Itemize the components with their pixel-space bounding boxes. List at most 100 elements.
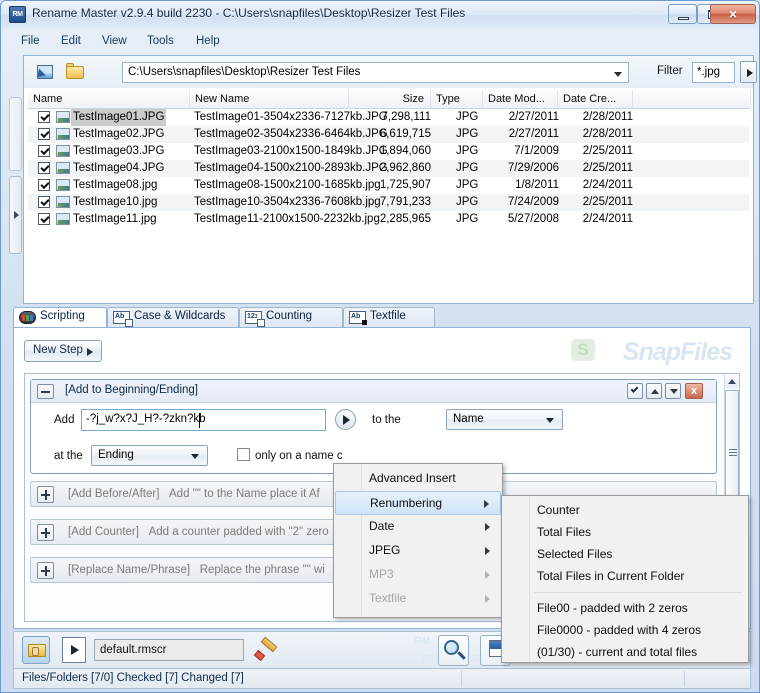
row-checkbox[interactable] xyxy=(38,213,50,225)
renumbering-submenu[interactable]: Counter Total Files Selected Files Total… xyxy=(501,495,749,663)
row-checkbox[interactable] xyxy=(38,179,50,191)
only-on-name-checkbox[interactable] xyxy=(237,448,250,461)
file-list-header: Name New Name Size Type Date Mod... Date… xyxy=(28,90,751,109)
column-header-name[interactable]: Name xyxy=(28,90,190,109)
submenu-total-files-current-folder[interactable]: Total Files in Current Folder xyxy=(503,566,747,588)
column-header-type[interactable]: Type xyxy=(431,90,483,109)
cell-type: JPG xyxy=(456,179,479,191)
run-script-button[interactable] xyxy=(62,637,86,663)
image-file-icon xyxy=(56,145,70,157)
step-title: [Add Counter] xyxy=(68,526,139,538)
table-row[interactable]: TestImage03.JPG TestImage03-2100x1500-184… xyxy=(28,143,749,160)
menu-file[interactable]: File xyxy=(14,33,47,50)
arrow-up-icon xyxy=(651,389,659,394)
row-checkbox[interactable] xyxy=(38,128,50,140)
cell-size: 6,619,715 xyxy=(379,128,431,140)
path-combobox[interactable]: C:\Users\snapfiles\Desktop\Resizer Test … xyxy=(122,62,629,83)
tab-counting[interactable]: 123 Counting xyxy=(239,307,343,327)
submenu-current-and-total[interactable]: (01/30) - current and total files xyxy=(503,642,747,664)
table-row[interactable]: TestImage08.jpg TestImage08-1500x2100-168… xyxy=(28,177,749,194)
scroll-up-button[interactable] xyxy=(725,374,739,388)
play-icon xyxy=(87,348,93,356)
cell-size: 7,791,233 xyxy=(379,196,431,208)
cell-type: JPG xyxy=(456,196,479,208)
close-button[interactable]: × xyxy=(710,4,756,24)
menu-jpeg[interactable]: JPEG xyxy=(335,539,501,563)
step-move-down-button[interactable] xyxy=(665,383,681,399)
preview-button[interactable] xyxy=(438,635,469,666)
menu-tools[interactable]: Tools xyxy=(140,33,181,50)
expand-step-button[interactable] xyxy=(37,486,54,503)
save-script-button[interactable] xyxy=(22,636,50,664)
menu-view[interactable]: View xyxy=(95,33,134,50)
add-insert-button[interactable] xyxy=(335,409,356,430)
step-move-up-button[interactable] xyxy=(646,383,662,399)
cell-date-modified: 7/24/2009 xyxy=(507,196,559,208)
expand-step-button[interactable] xyxy=(37,562,54,579)
step-title: [Add Before/After] xyxy=(68,488,160,500)
submenu-total-files[interactable]: Total Files xyxy=(503,522,747,544)
step-header: [Add to Beginning/Ending] x xyxy=(31,380,716,403)
submenu-file00-2-zeros[interactable]: File00 - padded with 2 zeros xyxy=(503,598,747,620)
table-row[interactable]: TestImage02.JPG TestImage02-3504x2336-646… xyxy=(28,126,749,143)
parent-folder-icon[interactable] xyxy=(64,61,86,82)
menu-advanced-insert[interactable]: Advanced Insert xyxy=(335,467,501,491)
insert-context-menu[interactable]: Advanced Insert Renumbering Date JPEG MP… xyxy=(333,463,503,618)
clear-script-button[interactable] xyxy=(253,636,280,662)
row-checkbox[interactable] xyxy=(38,111,50,123)
submenu-counter[interactable]: Counter xyxy=(503,500,747,522)
add-label: Add xyxy=(54,414,75,426)
new-step-button[interactable]: New Step xyxy=(24,340,102,362)
filter-input[interactable]: *.jpg xyxy=(692,62,735,83)
menu-date[interactable]: Date xyxy=(335,515,501,539)
tab-scripting[interactable]: Scripting xyxy=(13,307,107,328)
collapse-step-button[interactable] xyxy=(37,384,54,399)
row-checkbox[interactable] xyxy=(38,145,50,157)
to-the-dropdown[interactable]: Name xyxy=(446,409,563,430)
image-file-icon xyxy=(56,111,70,123)
column-header-blank[interactable] xyxy=(633,90,751,109)
step-delete-button[interactable]: x xyxy=(685,383,703,399)
rm-watermark: RM xyxy=(422,654,438,665)
cell-date-created: 2/25/2011 xyxy=(582,145,633,157)
filter-apply-button[interactable] xyxy=(740,61,757,83)
row-checkbox[interactable] xyxy=(38,196,50,208)
cell-date-created: 2/28/2011 xyxy=(582,128,633,140)
left-scrollbar[interactable] xyxy=(9,97,22,171)
panel-splitter-handle[interactable] xyxy=(9,176,22,254)
tab-textfile[interactable]: Ab Textfile xyxy=(343,307,435,327)
tab-label: Scripting xyxy=(40,310,85,322)
submenu-file0000-4-zeros[interactable]: File0000 - padded with 4 zeros xyxy=(503,620,747,642)
at-the-dropdown[interactable]: Ending xyxy=(91,445,208,466)
file-list[interactable]: TestImage01.JPG TestImage01-3504x2336-712… xyxy=(28,109,749,299)
menu-help[interactable]: Help xyxy=(189,33,227,50)
column-header-new-name[interactable]: New Name xyxy=(190,90,349,109)
column-header-modified[interactable]: Date Mod... xyxy=(483,90,558,109)
menu-edit[interactable]: Edit xyxy=(54,33,88,50)
arrow-down-icon xyxy=(670,389,678,394)
browse-folder-icon[interactable] xyxy=(33,61,56,82)
table-row[interactable]: TestImage11.jpg TestImage11-2100x1500-223… xyxy=(28,211,749,228)
step-enable-button[interactable] xyxy=(627,383,643,399)
script-name-field[interactable]: default.rmscr xyxy=(94,639,244,661)
submenu-selected-files[interactable]: Selected Files xyxy=(503,544,747,566)
eraser-icon xyxy=(260,636,278,653)
table-row[interactable]: TestImage01.JPG TestImage01-3504x2336-712… xyxy=(28,109,749,126)
cell-date-created: 2/25/2011 xyxy=(582,196,633,208)
chevron-right-icon xyxy=(484,500,489,508)
tab-case-wildcards[interactable]: Ab Case & Wildcards xyxy=(107,307,239,327)
cell-name: TestImage08.jpg xyxy=(73,179,158,191)
cell-name: TestImage04.JPG xyxy=(73,162,165,174)
column-header-created[interactable]: Date Cre... xyxy=(558,90,633,109)
expand-step-button[interactable] xyxy=(37,524,54,541)
minimize-button[interactable] xyxy=(668,4,697,24)
row-checkbox[interactable] xyxy=(38,162,50,174)
column-header-size[interactable]: Size xyxy=(349,90,431,109)
table-row[interactable]: TestImage10.jpg TestImage10-3504x2336-760… xyxy=(28,194,749,211)
window-title: Rename Master v2.9.4 build 2230 - C:\Use… xyxy=(32,6,466,20)
menu-renumbering[interactable]: Renumbering xyxy=(335,491,501,515)
add-text-input[interactable]: -?j_w?x?J_H?-?zkn?kb xyxy=(81,409,326,431)
chevron-right-icon xyxy=(485,523,490,531)
cell-type: JPG xyxy=(456,128,479,140)
table-row[interactable]: TestImage04.JPG TestImage04-1500x2100-289… xyxy=(28,160,749,177)
